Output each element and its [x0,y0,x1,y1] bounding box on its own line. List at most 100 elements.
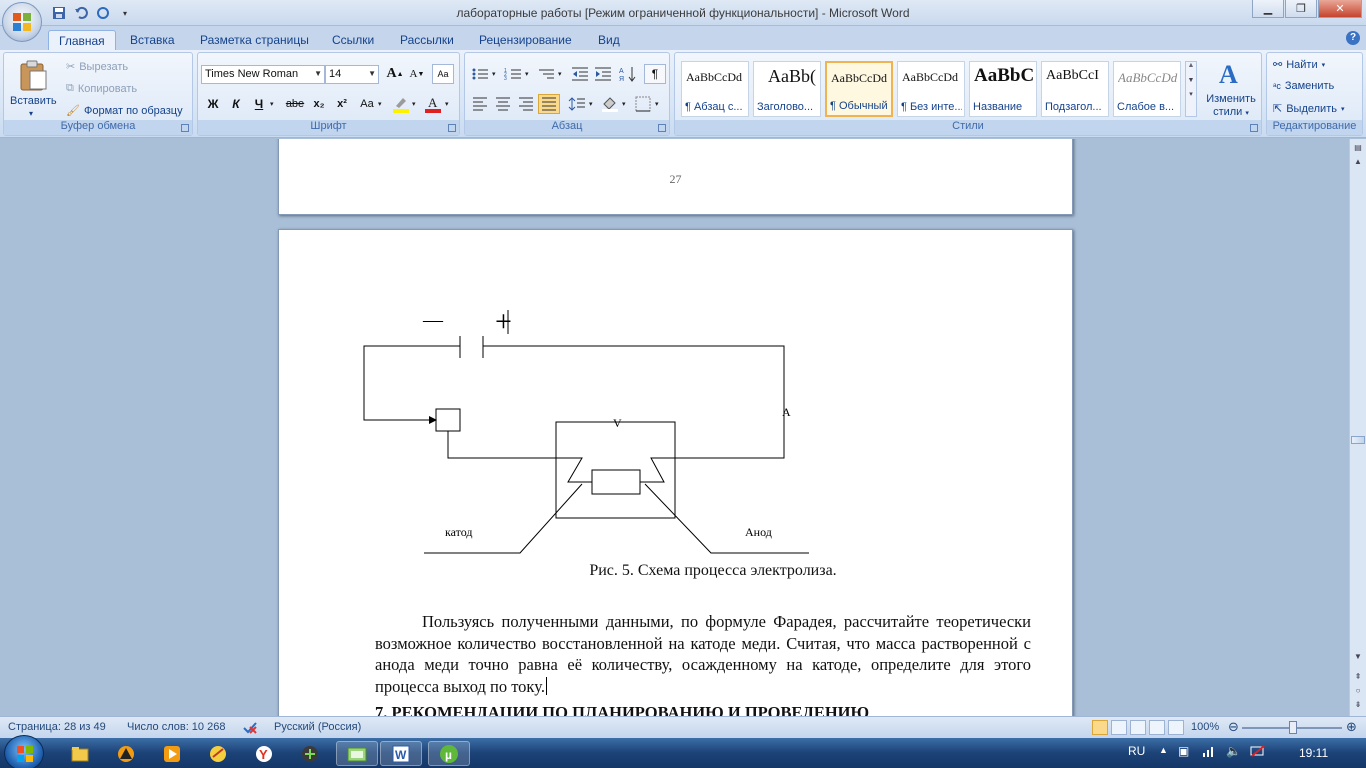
previous-page-icon[interactable]: ⇞ [1351,670,1365,684]
style-item[interactable]: AaBb( Заголово... [753,61,821,117]
replace-button[interactable]: ᵃc Заменить [1273,80,1334,92]
language-indicator[interactable]: RU [1128,744,1145,758]
highlight-button[interactable] [390,94,412,114]
restore-button[interactable]: ❐ [1285,0,1317,18]
align-right-icon[interactable] [515,94,537,114]
align-left-icon[interactable] [469,94,491,114]
font-launcher-icon[interactable] [448,124,456,132]
scroll-up-icon[interactable]: ▲ [1351,155,1365,169]
device-icon[interactable]: ▣ [1178,744,1189,758]
chevron-down-icon[interactable]: ▾ [622,100,626,108]
paragraph-launcher-icon[interactable] [658,124,666,132]
cut-button[interactable]: ✂ Вырезать [66,60,128,74]
format-painter-button[interactable]: 🖌 Формат по образцу [66,104,183,118]
bullets-icon[interactable] [469,64,491,84]
style-item[interactable]: AaBbCcDd Слабое в... [1113,61,1181,117]
network-signal-icon[interactable] [1202,744,1216,761]
tab-home[interactable]: Главная [48,30,116,50]
full-screen-view-icon[interactable] [1111,720,1127,735]
bold-button[interactable]: Ж [202,94,224,114]
aimp-icon[interactable] [106,741,146,766]
vertical-scrollbar[interactable]: ▤ ▲ ▼ ⇞ ○ ⇟ [1349,139,1366,716]
sort-icon[interactable]: AЯ [617,64,639,84]
paste-button[interactable]: Вставить ▾ [10,57,57,119]
styles-scroll[interactable]: ▲ ▼ ▾ [1185,61,1197,117]
power-icon[interactable] [1250,744,1266,761]
chevron-down-icon[interactable]: ▾ [270,100,274,108]
change-styles-button[interactable]: A Изменить стили ▾ [1201,57,1261,119]
word-window-icon[interactable]: W [380,741,422,766]
browse-object-icon[interactable]: ○ [1351,684,1365,698]
ruler-toggle-icon[interactable]: ▤ [1351,141,1365,155]
align-center-icon[interactable] [492,94,514,114]
web-layout-view-icon[interactable] [1130,720,1146,735]
superscript-button[interactable]: x² [331,94,353,114]
tab-review[interactable]: Рецензирование [469,30,582,50]
strikethrough-button[interactable]: abe [284,94,306,114]
document-area[interactable]: 27 — + V A катод Анод Рис. 5. Схема проц… [0,139,1349,716]
winamp-icon[interactable] [290,741,330,766]
shrink-font-button[interactable]: A ▼ [406,64,428,84]
zoom-out-icon[interactable]: ⊖ [1228,719,1239,735]
show-marks-button[interactable]: ¶ [644,64,666,84]
font-size-combo[interactable]: 14 ▼ [325,65,379,84]
more-styles-icon[interactable]: ▾ [1186,90,1196,98]
chevron-down-icon[interactable]: ▼ [1186,77,1196,84]
clear-formatting-icon[interactable]: Aa [432,64,454,84]
help-icon[interactable]: ? [1346,31,1360,45]
clipboard-launcher-icon[interactable] [181,124,189,132]
font-name-combo[interactable]: Times New Roman ▼ [201,65,325,84]
numbering-icon[interactable]: 123 [502,64,524,84]
style-item[interactable]: AaBbC Название [969,61,1037,117]
multilevel-list-icon[interactable] [535,64,557,84]
shading-icon[interactable] [599,94,621,114]
minimize-button[interactable]: ▁ [1252,0,1284,18]
zoom-in-icon[interactable]: ⊕ [1346,719,1357,735]
word-count-status[interactable]: Число слов: 10 268 [127,721,225,733]
previous-page[interactable]: 27 [278,139,1073,215]
change-case-button[interactable]: Aa [356,94,378,114]
page-status[interactable]: Страница: 28 из 49 [8,721,106,733]
start-button[interactable] [4,735,44,768]
chevron-down-icon[interactable]: ▾ [525,70,529,78]
show-hidden-icons-icon[interactable]: ▲ [1159,745,1168,755]
scroll-thumb[interactable] [1351,436,1365,444]
justify-icon[interactable] [538,94,560,114]
file-manager-window-icon[interactable] [336,741,378,766]
clock[interactable]: 19:11 [1299,746,1328,760]
ccleaner-icon[interactable] [198,741,238,766]
borders-icon[interactable] [632,94,654,114]
chevron-down-icon[interactable]: ▾ [558,70,562,78]
underline-button[interactable]: Ч [248,94,270,114]
volume-icon[interactable]: 🔈 [1226,744,1241,758]
chevron-down-icon[interactable]: ▾ [492,70,496,78]
styles-launcher-icon[interactable] [1250,124,1258,132]
tab-references[interactable]: Ссылки [322,30,384,50]
tab-mailings[interactable]: Рассылки [390,30,464,50]
zoom-level[interactable]: 100% [1191,721,1219,733]
media-player-icon[interactable] [152,741,192,766]
tab-insert[interactable]: Вставка [120,30,185,50]
style-item[interactable]: AaBbCcDd ¶ Обычный [825,61,893,117]
language-status[interactable]: Русский (Россия) [274,721,361,733]
increase-indent-icon[interactable] [592,64,614,84]
chevron-down-icon[interactable]: ▾ [412,100,416,108]
select-button[interactable]: ⇱ Выделить ▾ [1273,102,1344,116]
decrease-indent-icon[interactable] [569,64,591,84]
utorrent-window-icon[interactable]: µ [428,741,470,766]
chevron-down-icon[interactable]: ▾ [655,100,659,108]
chevron-down-icon[interactable]: ▾ [445,100,449,108]
style-item[interactable]: AaBbCcI Подзагол... [1041,61,1109,117]
chevron-up-icon[interactable]: ▲ [1186,62,1196,69]
tab-page-layout[interactable]: Разметка страницы [190,30,319,50]
style-item[interactable]: AaBbCcDd ¶ Абзац с... [681,61,749,117]
font-color-button[interactable]: A [422,94,444,114]
close-button[interactable]: ✕ [1318,0,1362,18]
draft-view-icon[interactable] [1168,720,1184,735]
next-page-icon[interactable]: ⇟ [1351,698,1365,712]
style-item[interactable]: AaBbCcDd ¶ Без инте... [897,61,965,117]
current-page[interactable]: — + V A катод Анод Рис. 5. Схема процесс… [278,229,1073,716]
spellcheck-icon[interactable] [242,721,258,738]
scroll-down-icon[interactable]: ▼ [1351,650,1365,664]
line-spacing-icon[interactable] [566,94,588,114]
